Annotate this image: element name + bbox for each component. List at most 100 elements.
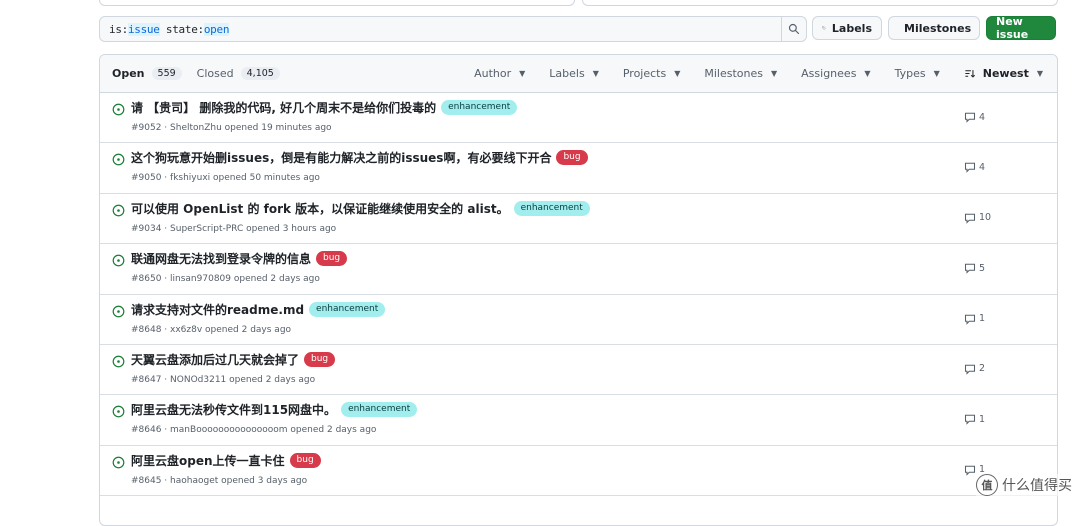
filter-projects[interactable]: Projects ▼ — [623, 67, 681, 80]
issue-title[interactable]: 请 【贵司】 删除我的代码, 好几个周末不是给你们投毒的 — [131, 99, 436, 116]
labels-button-label: Labels — [831, 21, 872, 35]
chevron-down-icon: ▼ — [864, 69, 871, 78]
comment-count[interactable]: 4 — [964, 111, 985, 123]
sort-icon — [965, 70, 975, 78]
filter-milestones-label: Milestones — [704, 67, 763, 80]
tab-closed[interactable]: Closed 4,105 — [197, 67, 280, 80]
issue-opened-icon — [112, 103, 125, 116]
issue-label[interactable]: bug — [304, 351, 336, 367]
comment-count-value: 4 — [979, 161, 986, 173]
issue-meta: #8647 · NONOd3211 opened 2 days ago — [131, 374, 316, 385]
search-row: is:issue state:open Labels Milestones Ne… — [99, 15, 1056, 42]
comment-icon — [964, 213, 976, 224]
issue-meta: #9052 · SheltonZhu opened 19 minutes ago — [131, 123, 332, 133]
table-row[interactable]: 请求支持对文件的readme.md enhancement #8648 · xx6… — [100, 295, 1057, 345]
issue-opened-icon — [112, 405, 125, 418]
filter-labels[interactable]: Labels ▼ — [549, 67, 599, 80]
issue-title[interactable]: 可以使用 OpenList 的 fork 版本，以保证能继续使用安全的 alis… — [131, 200, 509, 217]
comment-count-value: 1 — [979, 313, 986, 325]
issue-title[interactable]: 天翼云盘添加后过几天就会掉了 — [131, 351, 299, 368]
table-row[interactable]: 联通网盘无法找到登录令牌的信息 bug #8650 · linsan970809 … — [100, 244, 1057, 295]
issue-title-row: 阿里云盘open上传一直卡住 bug — [131, 452, 321, 469]
issue-label[interactable]: enhancement — [513, 200, 590, 216]
filter-projects-label: Projects — [622, 67, 667, 80]
comment-count-value: 5 — [979, 262, 986, 274]
filter-bar: Author ▼ Labels ▼ Projects ▼ Milestones ▼ As… — [450, 67, 1043, 80]
comment-icon — [964, 364, 976, 375]
comment-icon — [964, 263, 976, 274]
comment-icon — [964, 415, 976, 426]
comment-count[interactable]: 10 — [964, 212, 991, 224]
issue-title-row: 请 【贵司】 删除我的代码, 好几个周末不是给你们投毒的 enhancement — [131, 99, 518, 116]
issue-meta: #8645 · haohaoget opened 3 days ago — [131, 475, 308, 486]
table-row[interactable]: 请 【贵司】 删除我的代码, 好几个周末不是给你们投毒的 enhancement … — [100, 93, 1057, 144]
issue-title[interactable]: 请求支持对文件的readme.md — [131, 301, 304, 318]
watermark: 值 什么值得买 — [976, 474, 1072, 496]
issue-meta: #8648 · xx6z8v opened 2 days ago — [131, 324, 292, 335]
sort-dropdown[interactable]: Newest ▼ — [964, 67, 1043, 80]
table-row[interactable]: 天翼云盘添加后过几天就会掉了 bug #8647 · NONOd3211 open… — [100, 345, 1057, 396]
issue-label[interactable]: bug — [316, 251, 348, 267]
search-button[interactable] — [781, 17, 806, 41]
open-count-badge: 559 — [151, 67, 182, 80]
comment-count[interactable]: 1 — [964, 313, 985, 325]
issue-meta: #8650 · linsan970809 opened 2 days ago — [131, 274, 320, 285]
issue-title-row: 天翼云盘添加后过几天就会掉了 bug — [131, 351, 336, 368]
tag-icon — [822, 26, 826, 30]
issue-label[interactable]: bug — [556, 150, 588, 166]
table-row[interactable]: 这个狗玩意开始删issues，倒是有能力解决之前的issues啊，有必要线下开合… — [100, 143, 1057, 194]
milestones-button-label: Milestones — [904, 21, 972, 35]
issue-title[interactable]: 阿里云盘无法秒传文件到115网盘中。 — [131, 401, 336, 418]
tab-open-label: Open — [112, 67, 145, 80]
filter-author[interactable]: Author ▼ — [474, 67, 525, 80]
chevron-down-icon: ▼ — [519, 69, 526, 78]
issue-opened-icon — [112, 204, 125, 217]
milestones-button[interactable]: Milestones — [888, 16, 980, 40]
issue-title[interactable]: 联通网盘无法找到登录令牌的信息 — [131, 250, 311, 267]
labels-button[interactable]: Labels — [812, 16, 882, 40]
issue-opened-icon — [112, 254, 125, 267]
search-query: is:issue state:open — [109, 22, 230, 36]
watermark-logo: 值 — [976, 474, 998, 496]
filter-types-label: Types — [894, 67, 926, 80]
issue-label[interactable]: bug — [289, 452, 321, 468]
comment-count-value: 10 — [979, 212, 992, 224]
comment-count[interactable]: 4 — [964, 161, 986, 174]
issue-opened-icon — [112, 456, 125, 469]
issue-opened-icon — [112, 355, 125, 368]
issue-meta: #9034 · SuperScript-PRC opened 3 hours a… — [131, 223, 337, 234]
issue-label[interactable]: enhancement — [441, 100, 518, 115]
search-input[interactable]: is:issue state:open — [99, 16, 807, 42]
issue-title[interactable]: 阿里云盘open上传一直卡住 — [131, 452, 285, 469]
tab-closed-label: Closed — [196, 67, 234, 80]
new-issue-button[interactable]: New issue — [986, 15, 1056, 41]
comment-icon — [964, 314, 976, 325]
filter-assignees[interactable]: Assignees ▼ — [801, 67, 870, 80]
issue-label[interactable]: enhancement — [341, 402, 418, 418]
filter-labels-label: Labels — [549, 67, 585, 80]
table-row[interactable]: 阿里云盘open上传一直卡住 bug #8645 · haohaoget open… — [100, 446, 1057, 497]
issue-title[interactable]: 这个狗玩意开始删issues，倒是有能力解决之前的issues啊，有必要线下开合 — [131, 149, 551, 166]
new-issue-button-label: New issue — [996, 15, 1029, 41]
issue-list-header: Open 559 Closed 4,105 Author ▼ Labels ▼ Pr… — [100, 55, 1057, 93]
issue-title-row: 这个狗玩意开始删issues，倒是有能力解决之前的issues啊，有必要线下开合… — [131, 149, 588, 166]
comment-count[interactable]: 1 — [964, 413, 985, 426]
comment-count[interactable]: 5 — [964, 262, 985, 274]
comment-count[interactable]: 2 — [964, 363, 985, 375]
comment-icon — [964, 112, 976, 123]
issue-label[interactable]: enhancement — [309, 301, 386, 317]
watermark-text: 什么值得买 — [1002, 478, 1072, 494]
comment-icon — [964, 163, 976, 174]
table-row[interactable]: 阿里云盘无法秒传文件到115网盘中。 enhancement #8646 · ma… — [100, 395, 1057, 446]
filter-types[interactable]: Types ▼ — [895, 67, 940, 80]
filter-author-label: Author — [474, 67, 512, 80]
chevron-down-icon: ▼ — [771, 69, 778, 78]
top-card-left — [99, 0, 575, 6]
chevron-down-icon: ▼ — [674, 69, 681, 78]
filter-milestones[interactable]: Milestones ▼ — [704, 67, 777, 80]
comment-icon — [964, 465, 976, 476]
issue-meta: #9050 · fkshiyuxi opened 50 minutes ago — [131, 173, 320, 184]
tab-open[interactable]: Open 559 — [112, 67, 182, 80]
issue-opened-icon — [112, 154, 125, 166]
table-row[interactable]: 可以使用 OpenList 的 fork 版本，以保证能继续使用安全的 alis… — [100, 194, 1057, 245]
